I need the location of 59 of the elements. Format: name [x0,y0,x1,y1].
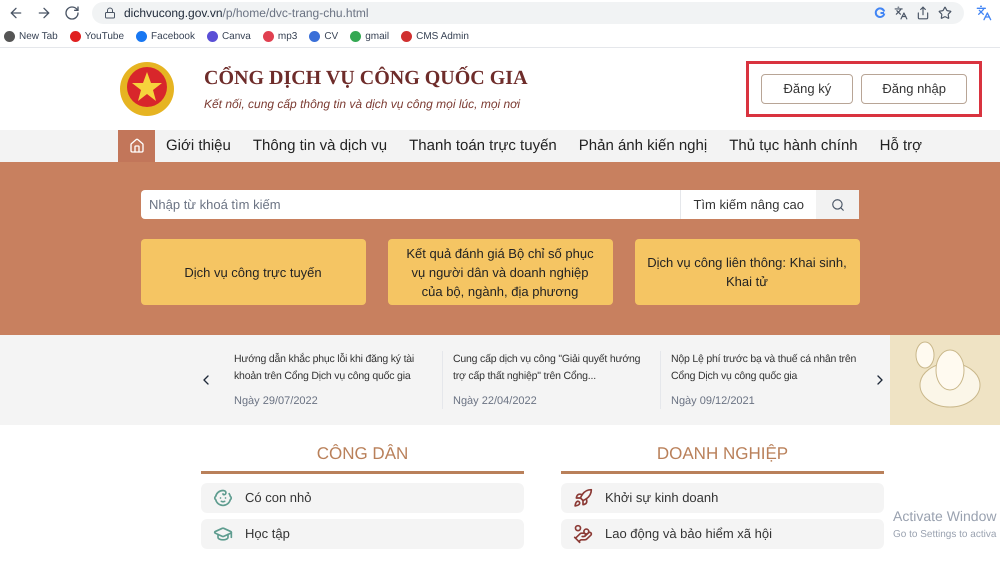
section-heading: DOANH NGHIỆP [561,441,884,474]
register-button[interactable]: Đăng ký [761,74,854,104]
search-button[interactable] [816,190,859,219]
bookmark[interactable]: New Tab [4,29,58,44]
hand-coins-icon [573,524,593,544]
bookmark[interactable]: Canva [206,29,251,44]
bookmark[interactable]: CV [309,29,338,44]
translate-icon[interactable] [894,6,908,20]
login-button[interactable]: Đăng nhập [861,74,967,104]
home-tab[interactable] [118,130,155,162]
nav-tab[interactable]: Giới thiệu [155,130,242,162]
news-item[interactable]: Nộp Lệ phí trước bạ và thuế cá nhân trên Cổng Dịch vụ công quốc gia Ngày 09/12/2021 [660,350,878,410]
site-title: CỔNG DỊCH VỤ CÔNG QUỐC GIA [204,66,528,90]
rocket-icon [573,488,593,508]
emblem-icon [118,60,176,118]
reload-icon[interactable] [64,5,80,21]
category-item[interactable]: Khởi sự kinh doanh [561,482,884,512]
bookmark[interactable]: gmail [350,29,390,44]
activation-notice-title: Activate Window [893,507,996,526]
search-field[interactable]: Nhập từ khoá tìm kiếm [141,190,680,219]
nav-tab[interactable]: Hỗ trợ [868,130,933,162]
nav-tab[interactable]: Thanh toán trực tuyến [398,130,568,162]
news-title: Cung cấp dịch vụ công "Giải quyết hướng trợ cấp thất nghiệp" trên Cổng... [453,352,642,384]
address-bar[interactable]: dichvucong.gov.vn/p/home/dvc-trang-chu.html [92,2,964,24]
news-title: Hướng dẫn khắc phục lỗi khi đăng ký tài khoản trên Cổng Dịch vụ công quốc gia [234,352,416,384]
quick-link-card[interactable]: Kết quả đánh giá Bộ chỉ số phục vụ người dân và doanh nghiệp của bộ, ngành, địa phương [388,239,612,305]
back-icon[interactable] [8,5,24,21]
share-icon[interactable] [916,6,930,20]
category-item[interactable]: Có con nhỏ [201,482,524,512]
news-date: Ngày 09/12/2021 [671,394,756,409]
bookmark[interactable]: YouTube [70,29,124,44]
baby-icon [213,488,233,508]
news-date: Ngày 29/07/2022 [234,394,319,409]
google-icon[interactable] [874,7,886,19]
lock-icon [104,7,116,19]
bookmark[interactable]: Facebook [136,29,195,44]
nav-tab[interactable]: Thủ tục hành chính [718,130,869,162]
search-bar[interactable]: Nhập từ khoá tìm kiếm Tìm kiếm nâng cao [141,190,859,219]
activation-notice-text: Go to Settings to activa [893,528,996,542]
category-item[interactable]: Lao động và bảo hiểm xã hội [561,518,884,548]
bookmark[interactable]: mp3 [262,29,298,44]
url-text: dichvucong.gov.vn/p/home/dvc-trang-chu.html [124,5,369,22]
home-icon [128,138,144,154]
nav-tab[interactable]: Thông tin và dịch vụ [242,130,398,162]
search-icon [830,198,844,212]
tagline: Kết nối, cung cấp thông tin và dịch vụ công mọi lúc, mọi nơi [204,96,522,112]
news-item[interactable]: Cung cấp dịch vụ công "Giải quyết hướng trợ cấp thất nghiệp" trên Cổng... Ngày 22/04/2022 [442,350,660,410]
quick-link-card[interactable]: Dịch vụ công trực tuyến [140,239,366,305]
news-date: Ngày 22/04/2022 [453,394,538,409]
quick-link-card[interactable]: Dịch vụ công liên thông: Khai sinh, Khai tử [634,239,860,305]
bookmark[interactable]: CMS Admin [401,29,469,44]
section-heading: CÔNG DÂN [201,441,524,474]
news-title: Nộp Lệ phí trước bạ và thuế cá nhân trên Cổng Dịch vụ công quốc gia [671,352,858,384]
news-item[interactable]: Hướng dẫn khắc phục lỗi khi đăng ký tài khoản trên Cổng Dịch vụ công quốc gia Ngày 29/07/2022 [224,350,442,410]
forward-icon[interactable] [36,5,52,21]
extension-icon[interactable] [976,5,992,21]
nav-tab[interactable]: Phản ánh kiến nghị [568,130,718,162]
category-item[interactable]: Học tập [201,518,524,548]
bookmark-star-icon[interactable] [938,6,952,20]
